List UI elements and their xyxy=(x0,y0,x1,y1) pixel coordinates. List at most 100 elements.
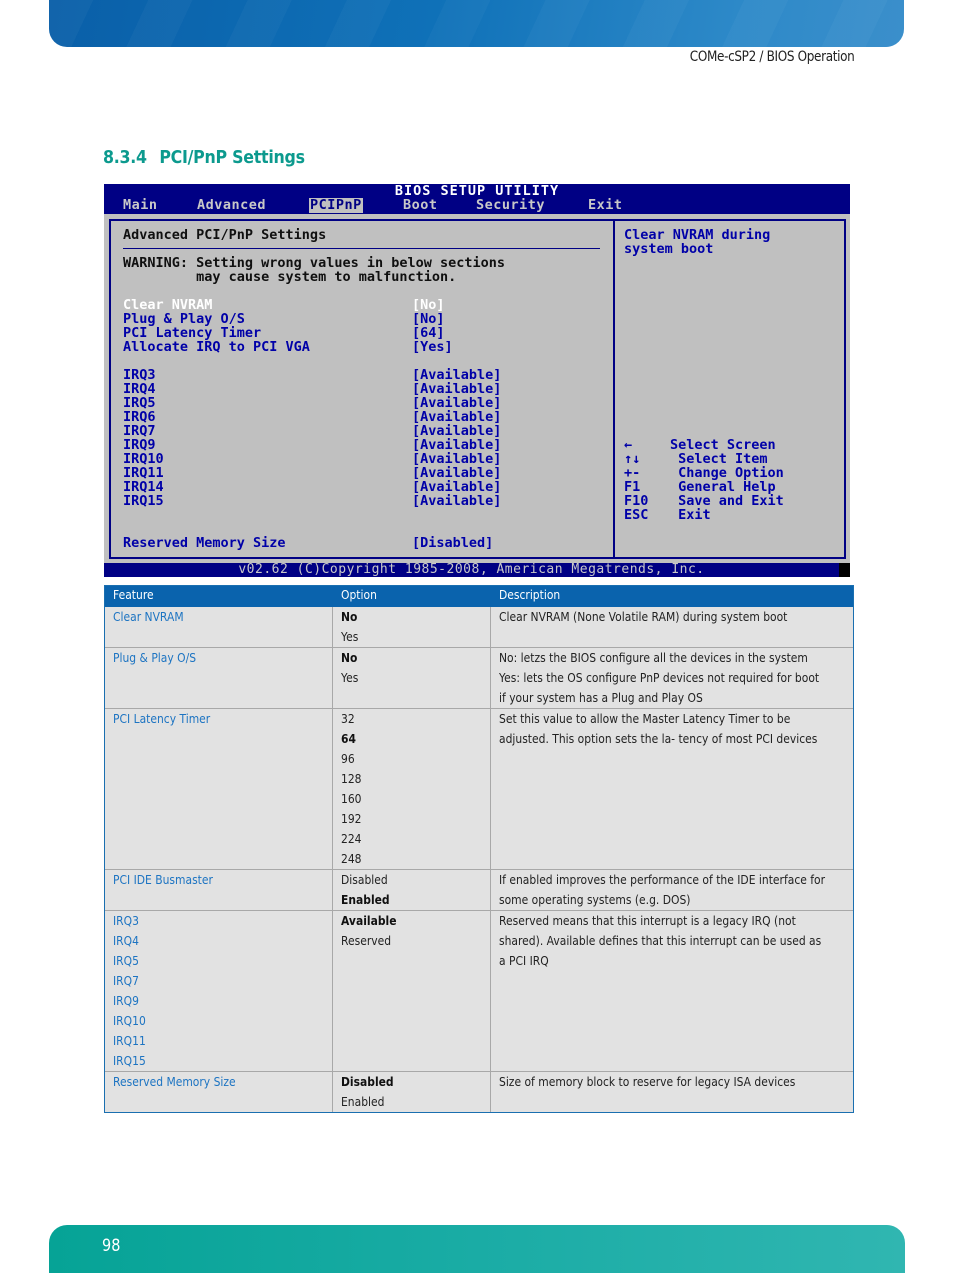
table-body: Clear NVRAM No Yes Clear NVRAM (None Volati… xyxy=(105,607,853,1112)
description-text: Clear NVRAM (None Volatile RAM) during s… xyxy=(499,609,788,624)
option-value: 224 xyxy=(341,831,362,846)
description-cell: No: letzs the BIOS configure all the dev… xyxy=(491,648,853,708)
bios-key-action: Exit xyxy=(670,507,711,523)
bios-irq-value[interactable]: [Available] xyxy=(412,480,501,494)
bios-help-line2: system boot xyxy=(624,241,714,257)
option-value: Yes xyxy=(341,670,359,685)
bios-value-allocate-irq[interactable]: [Yes] xyxy=(412,340,453,354)
description-cell: Clear NVRAM (None Volatile RAM) during s… xyxy=(491,607,853,647)
option-value: 192 xyxy=(341,811,362,826)
bios-irq-label[interactable]: IRQ11 xyxy=(123,466,164,480)
table-row: PCI Latency Timer 32 64 96 128 160 192 224 248 Se… xyxy=(105,708,853,869)
bios-tab-exit[interactable]: Exit xyxy=(588,198,623,213)
option-value: Reserved xyxy=(341,933,392,948)
bios-warning-line1: WARNING: Setting wrong values in below s… xyxy=(123,255,506,271)
bios-irq-label[interactable]: IRQ14 xyxy=(123,480,164,494)
feature-cell: PCI IDE Busmaster xyxy=(105,870,333,910)
description-text: shared). Available defines that this int… xyxy=(499,933,822,948)
bios-irq-value[interactable]: [Available] xyxy=(412,424,501,438)
feature-link[interactable]: IRQ7 xyxy=(113,971,294,991)
option-cell: No Yes xyxy=(333,648,491,708)
description-cell: Size of memory block to reserve for lega… xyxy=(491,1072,853,1112)
feature-link[interactable]: IRQ9 xyxy=(113,991,294,1011)
table-row: Reserved Memory Size Disabled Enabled Size … xyxy=(105,1071,853,1112)
description-text: a PCI IRQ xyxy=(499,953,549,968)
table-row: Clear NVRAM No Yes Clear NVRAM (None Volati… xyxy=(105,607,853,647)
bios-setting-allocate-irq[interactable]: Allocate IRQ to PCI VGA xyxy=(123,340,310,354)
option-default: Available xyxy=(341,913,397,928)
column-header-description: Description xyxy=(491,586,853,607)
bios-setting-clear-nvram[interactable]: Clear NVRAM xyxy=(123,298,212,312)
table-row: Plug & Play O/S No Yes No: letzs the BIOS c… xyxy=(105,647,853,708)
feature-link[interactable]: PCI IDE Busmaster xyxy=(113,870,294,890)
option-default: Disabled xyxy=(341,1074,394,1089)
bios-panel-title: Advanced PCI/PnP Settings xyxy=(123,227,327,243)
option-value: 128 xyxy=(341,771,362,786)
bios-setting-reserved-memory[interactable]: Reserved Memory Size xyxy=(123,536,286,550)
option-value: Yes xyxy=(341,629,359,644)
feature-link[interactable]: IRQ15 xyxy=(113,1051,294,1071)
bios-tab-pcipnp[interactable]: PCIPnP xyxy=(309,198,363,213)
section-number: 8.3.4 xyxy=(103,147,147,168)
bios-key-action: Save and Exit xyxy=(670,493,784,509)
description-cell: If enabled improves the performance of t… xyxy=(491,870,853,910)
bios-irq-value[interactable]: [Available] xyxy=(412,494,501,508)
feature-link[interactable]: IRQ11 xyxy=(113,1031,294,1051)
bios-tab-security[interactable]: Security xyxy=(476,198,545,213)
pci-pnp-settings-table: Feature Option Description Clear NVRAM No… xyxy=(104,585,854,1113)
bios-tab-advanced[interactable]: Advanced xyxy=(197,198,266,213)
plus-minus-key-icon: +- xyxy=(624,465,641,481)
feature-link[interactable]: PCI Latency Timer xyxy=(113,709,294,729)
bios-setting-pci-latency[interactable]: PCI Latency Timer xyxy=(123,326,261,340)
bios-irq-value[interactable]: [Available] xyxy=(412,466,501,480)
bios-irq-label[interactable]: IRQ9 xyxy=(123,438,156,452)
bios-tab-main[interactable]: Main xyxy=(123,198,158,213)
feature-link[interactable]: Reserved Memory Size xyxy=(113,1072,294,1092)
feature-link[interactable]: IRQ5 xyxy=(113,951,294,971)
bios-irq-value[interactable]: [Available] xyxy=(412,410,501,424)
bios-irq-value[interactable]: [Available] xyxy=(412,368,501,382)
bios-help-line1: Clear NVRAM during xyxy=(624,227,771,243)
feature-link[interactable]: IRQ4 xyxy=(113,931,294,951)
bios-irq-label[interactable]: IRQ7 xyxy=(123,424,156,438)
description-cell: Reserved means that this interrupt is a … xyxy=(491,911,853,1071)
feature-link[interactable]: Clear NVRAM xyxy=(113,607,294,627)
bios-irq-value[interactable]: [Available] xyxy=(412,396,501,410)
description-text: Set this value to allow the Master Laten… xyxy=(499,711,791,726)
header-band xyxy=(49,0,904,47)
bios-key-action: Change Option xyxy=(670,465,784,481)
feature-link[interactable]: IRQ10 xyxy=(113,1011,294,1031)
bios-screenshot: BIOS SETUP UTILITY Main Advanced PCIPnP … xyxy=(104,184,850,577)
footer-band xyxy=(49,1225,905,1273)
option-cell: Available Reserved xyxy=(333,911,491,1071)
bios-irq-label[interactable]: IRQ5 xyxy=(123,396,156,410)
bios-irq-label[interactable]: IRQ6 xyxy=(123,410,156,424)
bios-tab-boot[interactable]: Boot xyxy=(403,198,438,213)
bios-value-pci-latency[interactable]: [64] xyxy=(412,326,445,340)
bios-irq-value[interactable]: [Available] xyxy=(412,382,501,396)
description-text: adjusted. This option sets the la- tency… xyxy=(499,731,818,746)
description-text: No: letzs the BIOS configure all the dev… xyxy=(499,650,808,665)
bios-value-reserved-memory[interactable]: [Disabled] xyxy=(412,536,493,550)
option-cell: Disabled Enabled xyxy=(333,870,491,910)
feature-link[interactable]: Plug & Play O/S xyxy=(113,648,294,668)
bios-irq-value[interactable]: [Available] xyxy=(412,452,501,466)
bios-irq-label[interactable]: IRQ15 xyxy=(123,494,164,508)
option-value: 248 xyxy=(341,851,362,866)
option-default: 64 xyxy=(341,731,356,746)
table-row: IRQ3 IRQ4 IRQ5 IRQ7 IRQ9 IRQ10 IRQ11 IRQ15 Avail… xyxy=(105,910,853,1071)
bios-key-action: General Help xyxy=(670,479,776,495)
bios-value-plug-play-os[interactable]: [No] xyxy=(412,312,445,326)
column-header-option: Option xyxy=(333,586,491,607)
option-default: No xyxy=(341,650,358,665)
feature-cell: Clear NVRAM xyxy=(105,607,333,647)
bios-value-clear-nvram[interactable]: [No] xyxy=(412,298,445,312)
bios-setting-plug-play-os[interactable]: Plug & Play O/S xyxy=(123,312,245,326)
bios-key: F1 xyxy=(624,479,641,495)
bios-settings-panel: Advanced PCI/PnP Settings WARNING: Setti… xyxy=(109,219,615,559)
feature-link[interactable]: IRQ3 xyxy=(113,911,294,931)
bios-irq-label[interactable]: IRQ4 xyxy=(123,382,156,396)
bios-irq-value[interactable]: [Available] xyxy=(412,438,501,452)
bios-irq-label[interactable]: IRQ3 xyxy=(123,368,156,382)
bios-irq-label[interactable]: IRQ10 xyxy=(123,452,164,466)
